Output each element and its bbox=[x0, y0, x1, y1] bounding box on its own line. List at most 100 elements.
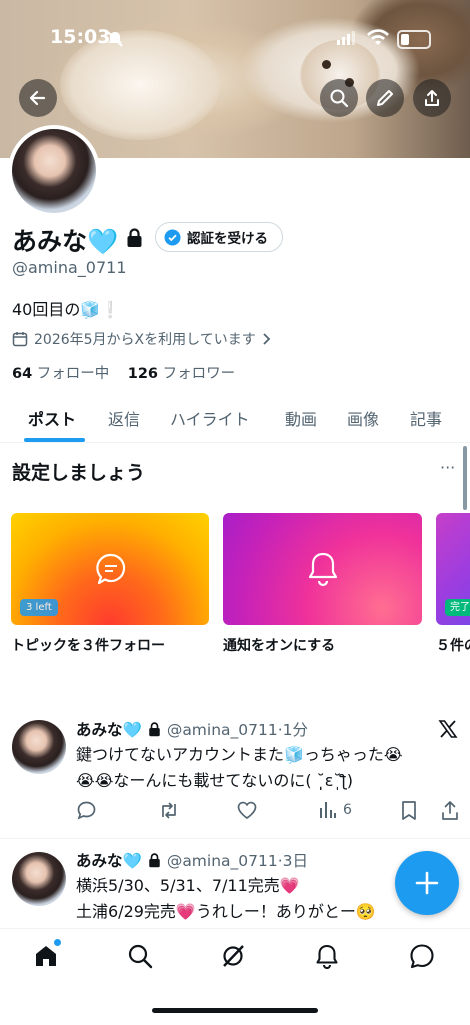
topic-bubble-icon bbox=[96, 553, 126, 585]
tweet-text: 鍵つけてないアカウントまた🧊っちゃった😭 😭😭なーんにも載せてないのに( ˘̩̩… bbox=[76, 742, 403, 794]
edit-button[interactable] bbox=[366, 79, 404, 117]
setup-card-notifications-label: 通知をオンにする bbox=[223, 638, 336, 654]
reply-button[interactable] bbox=[76, 800, 97, 821]
status-time: 15:03 bbox=[50, 26, 111, 48]
tab-replies[interactable]: 返信 bbox=[108, 406, 140, 430]
views-icon bbox=[320, 802, 336, 818]
calendar-icon bbox=[12, 332, 28, 347]
profile-tabs: ポスト 返信 ハイライト 動画 画像 記事 bbox=[0, 398, 470, 443]
progress-badge: 3 left bbox=[20, 599, 58, 616]
reply-icon bbox=[77, 801, 96, 820]
setup-more-button[interactable]: ··· bbox=[440, 458, 455, 477]
like-button[interactable] bbox=[236, 800, 258, 821]
bell-icon bbox=[316, 944, 338, 969]
repost-button[interactable] bbox=[158, 800, 180, 821]
tweet-author-name[interactable]: あみな🩵 bbox=[76, 718, 142, 740]
share-icon bbox=[425, 90, 439, 106]
notification-dot bbox=[54, 939, 61, 946]
setup-card-notifications[interactable] bbox=[223, 513, 422, 625]
nav-grok[interactable] bbox=[220, 943, 246, 973]
lock-icon bbox=[149, 852, 160, 867]
bookmark-button[interactable] bbox=[400, 800, 418, 821]
tab-media[interactable]: 画像 bbox=[347, 406, 379, 430]
search-button[interactable] bbox=[320, 79, 358, 117]
setup-card-topics[interactable]: 3 left bbox=[11, 513, 209, 625]
profile-avatar[interactable] bbox=[8, 125, 100, 217]
tab-highlights[interactable]: ハイライト bbox=[170, 406, 250, 430]
lock-icon bbox=[149, 721, 160, 736]
tweet-header: あみな🩵 @amina_0711·1分 bbox=[76, 718, 308, 740]
profile-name: あみな🩵 bbox=[12, 227, 119, 256]
complete-badge: 完了 bbox=[445, 599, 470, 616]
x-logo-icon bbox=[438, 720, 458, 738]
joined-text: 2026年5月からXを利用しています bbox=[34, 332, 256, 348]
search-icon bbox=[128, 944, 153, 969]
back-arrow-icon bbox=[29, 90, 46, 106]
edit-icon bbox=[377, 90, 393, 106]
setup-card-topics-label: トピックを３件フォロー bbox=[11, 638, 165, 654]
back-button[interactable] bbox=[19, 79, 57, 117]
tweet-text-line: 土浦6/29完売💗うれしー！ありがとー🥺 bbox=[76, 902, 376, 921]
tab-videos[interactable]: 動画 bbox=[285, 406, 317, 430]
chevron-right-icon bbox=[263, 333, 270, 345]
setup-title: 設定しましょう bbox=[12, 462, 146, 484]
signal-icon bbox=[337, 31, 355, 45]
active-tab-indicator bbox=[24, 438, 85, 442]
grok-icon bbox=[223, 945, 244, 967]
battery-icon bbox=[397, 30, 431, 49]
tweet-avatar[interactable] bbox=[12, 852, 66, 906]
get-verified-button[interactable]: 認証を受ける bbox=[155, 222, 283, 252]
tweet-avatar[interactable] bbox=[12, 720, 66, 774]
search-icon bbox=[330, 89, 349, 108]
compose-button[interactable] bbox=[395, 851, 459, 915]
share-tweet-button[interactable] bbox=[440, 800, 460, 821]
tweet-text-line: 横浜5/30、5/31、7/11完売💗 bbox=[76, 876, 300, 895]
scrollbar[interactable] bbox=[463, 446, 467, 510]
following-link[interactable]: 64 フォロー中 bbox=[12, 366, 109, 382]
views-button[interactable]: 6 bbox=[319, 800, 352, 819]
home-icon bbox=[36, 946, 56, 966]
nav-notifications[interactable] bbox=[314, 943, 340, 973]
home-indicator bbox=[152, 1008, 318, 1013]
setup-card-third-label: ５件の bbox=[436, 638, 470, 654]
tab-articles[interactable]: 記事 bbox=[410, 406, 442, 430]
nav-home[interactable] bbox=[33, 939, 61, 973]
nav-messages[interactable] bbox=[409, 943, 435, 973]
views-count: 6 bbox=[343, 801, 352, 818]
tweet-text-line: 😭😭なーんにも載せてないのに( ˘̩̩̩ε˘̩ƪ) bbox=[76, 771, 353, 790]
bell-outline-icon bbox=[308, 552, 338, 587]
share-button[interactable] bbox=[413, 79, 451, 117]
followers-count: 126 bbox=[127, 366, 159, 382]
share-icon bbox=[442, 801, 458, 820]
joined-date[interactable]: 2026年5月からXを利用しています bbox=[12, 329, 272, 349]
nav-search[interactable] bbox=[127, 943, 153, 973]
plus-icon bbox=[415, 871, 439, 895]
following-label: フォロー中 bbox=[36, 366, 110, 382]
tweet-handle-time: @amina_0711·3日 bbox=[166, 852, 309, 870]
wifi-icon bbox=[367, 29, 389, 45]
profile-handle: @amina_0711 bbox=[12, 258, 127, 277]
messages-icon bbox=[410, 944, 434, 969]
profile-bio: 40回目の🧊❕ bbox=[12, 300, 121, 319]
banner-cat-eye bbox=[322, 60, 331, 69]
followers-link[interactable]: 126 フォロワー bbox=[128, 366, 235, 382]
tweet-header: あみな🩵 @amina_0711·3日 bbox=[76, 849, 308, 871]
mute-bell-icon bbox=[107, 31, 123, 47]
like-icon bbox=[237, 801, 257, 819]
following-count: 64 bbox=[12, 366, 33, 382]
lock-icon bbox=[127, 228, 142, 247]
tweet-author-name[interactable]: あみな🩵 bbox=[76, 849, 142, 871]
tweet-actions: 6 bbox=[76, 800, 462, 824]
verified-icon bbox=[164, 229, 181, 245]
divider bbox=[0, 838, 470, 839]
tweet-handle-time: @amina_0711·1分 bbox=[166, 721, 309, 739]
tweet-text: 横浜5/30、5/31、7/11完売💗 土浦6/29完売💗うれしー！ありがとー🥺 bbox=[76, 873, 376, 925]
tweet-text-line: 鍵つけてないアカウントまた🧊っちゃった😭 bbox=[76, 745, 403, 764]
bookmark-icon bbox=[402, 801, 416, 820]
get-verified-label: 認証を受ける bbox=[187, 231, 268, 247]
retweet-icon bbox=[162, 802, 176, 819]
followers-label: フォロワー bbox=[162, 366, 236, 382]
follow-stats: 64 フォロー中 126 フォロワー bbox=[12, 362, 235, 383]
setup-card-third[interactable]: 完了 bbox=[436, 513, 470, 625]
tab-posts[interactable]: ポスト bbox=[28, 406, 76, 430]
